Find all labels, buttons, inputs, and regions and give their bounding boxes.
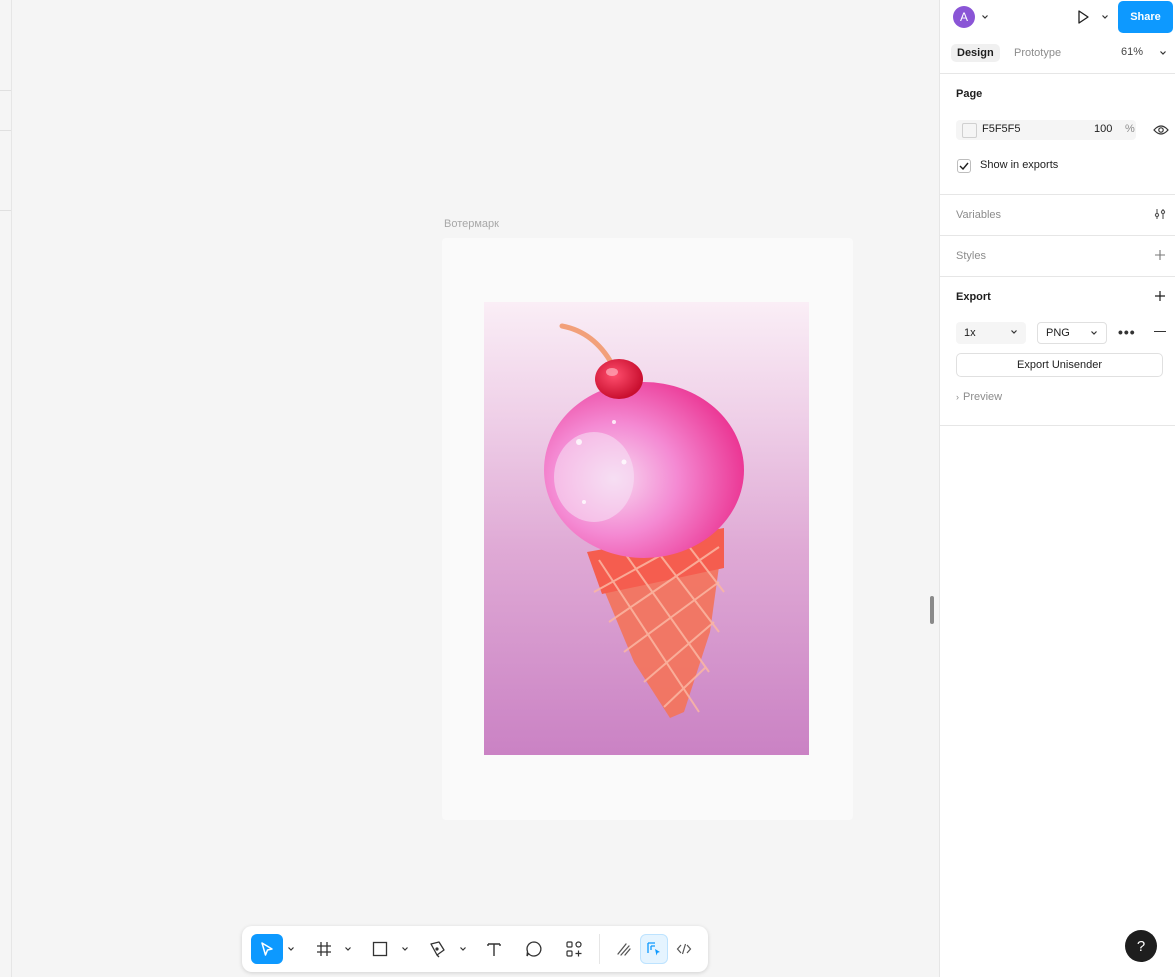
frame-name-label[interactable]: Вотермарк — [444, 218, 499, 230]
divider — [940, 276, 1175, 277]
chevron-down-icon — [402, 947, 408, 951]
pen-tool-menu-caret[interactable] — [457, 934, 469, 964]
frame-tool-menu-caret[interactable] — [342, 934, 354, 964]
divider — [940, 235, 1175, 236]
zoom-level[interactable]: 61% — [1121, 46, 1143, 58]
design-mode-button[interactable] — [640, 934, 668, 964]
bottom-toolbar — [242, 926, 708, 972]
play-icon[interactable] — [1074, 8, 1092, 26]
page-fill-opacity[interactable]: 100 — [1094, 123, 1112, 135]
export-format-select[interactable]: PNG — [1037, 322, 1107, 344]
page-fill-swatch[interactable] — [962, 123, 977, 138]
text-tool-button[interactable] — [480, 934, 508, 964]
code-icon — [676, 943, 692, 955]
actions-tool-button[interactable] — [560, 934, 588, 964]
variables-settings-icon[interactable] — [1154, 208, 1166, 220]
add-export-icon[interactable] — [1154, 290, 1166, 302]
ice-cream-artwork[interactable] — [484, 302, 809, 755]
draw-icon — [617, 943, 631, 956]
chevron-down-icon[interactable] — [981, 14, 989, 20]
export-format-value: PNG — [1046, 327, 1070, 339]
canvas[interactable]: Вотермарк — [12, 0, 939, 977]
page-fill-row[interactable]: F5F5F5 100 % — [956, 120, 1136, 140]
chevron-down-icon[interactable] — [1101, 14, 1109, 20]
properties-panel: A Share Design Prototype 61% Page F5F5F5… — [939, 0, 1175, 977]
chevron-down-icon — [345, 947, 351, 951]
add-style-icon[interactable] — [1154, 249, 1166, 261]
move-tool-button[interactable] — [251, 934, 283, 964]
checkmark-icon — [959, 162, 969, 170]
strip-divider — [0, 90, 11, 91]
move-tool-menu-caret[interactable] — [285, 934, 297, 964]
avatar[interactable]: A — [953, 6, 975, 28]
divider — [940, 73, 1175, 74]
comment-icon — [526, 941, 542, 957]
styles-section-title[interactable]: Styles — [956, 250, 986, 262]
chevron-down-icon[interactable] — [1159, 50, 1167, 56]
dev-mode-button[interactable] — [670, 934, 698, 964]
frame-tool-button[interactable] — [310, 934, 338, 964]
actions-icon — [566, 941, 582, 957]
shape-tool-button[interactable] — [366, 934, 394, 964]
canvas-scroll-handle[interactable] — [930, 596, 934, 624]
frame-icon — [317, 942, 331, 956]
page-section-title: Page — [956, 88, 983, 100]
divider — [940, 425, 1175, 426]
page-fill-hex[interactable]: F5F5F5 — [982, 123, 1021, 135]
preview-label: Preview — [963, 391, 1003, 403]
chevron-down-icon — [1091, 331, 1097, 335]
eye-icon[interactable] — [1153, 123, 1169, 137]
rectangle-icon — [372, 941, 388, 957]
ice-cream-illustration — [544, 323, 744, 718]
strip-divider — [0, 210, 11, 211]
design-mode-icon — [647, 942, 660, 956]
left-edge-strip — [0, 0, 12, 977]
chevron-down-icon — [1011, 330, 1017, 334]
show-in-exports-checkbox[interactable] — [957, 159, 971, 173]
strip-divider — [0, 130, 11, 131]
page-fill-opacity-unit: % — [1125, 123, 1135, 135]
remove-export-icon[interactable] — [1154, 331, 1166, 332]
pen-tool-button[interactable] — [423, 934, 451, 964]
tab-design[interactable]: Design — [951, 44, 1000, 62]
export-scale-select[interactable]: 1x — [956, 322, 1026, 344]
toolbar-divider — [599, 934, 600, 964]
divider — [940, 194, 1175, 195]
text-icon — [487, 943, 501, 956]
tab-prototype[interactable]: Prototype — [1014, 44, 1061, 62]
comment-tool-button[interactable] — [520, 934, 548, 964]
show-in-exports-label[interactable]: Show in exports — [980, 159, 1058, 171]
chevron-down-icon — [288, 947, 294, 951]
cursor-icon — [261, 942, 273, 956]
chevron-right-icon: › — [956, 392, 959, 402]
shape-tool-menu-caret[interactable] — [399, 934, 411, 964]
export-scale-value: 1x — [964, 327, 976, 339]
variables-section-title[interactable]: Variables — [956, 209, 1001, 221]
export-more-options-icon[interactable]: ••• — [1118, 324, 1136, 340]
help-button[interactable]: ? — [1125, 930, 1157, 962]
share-button[interactable]: Share — [1118, 1, 1173, 33]
pen-icon — [430, 941, 445, 958]
export-preview-toggle[interactable]: › Preview — [956, 391, 1002, 403]
draw-mode-button[interactable] — [610, 934, 638, 964]
chevron-down-icon — [460, 947, 466, 951]
export-button[interactable]: Export Unisender — [956, 353, 1163, 377]
export-section-title: Export — [956, 291, 991, 303]
